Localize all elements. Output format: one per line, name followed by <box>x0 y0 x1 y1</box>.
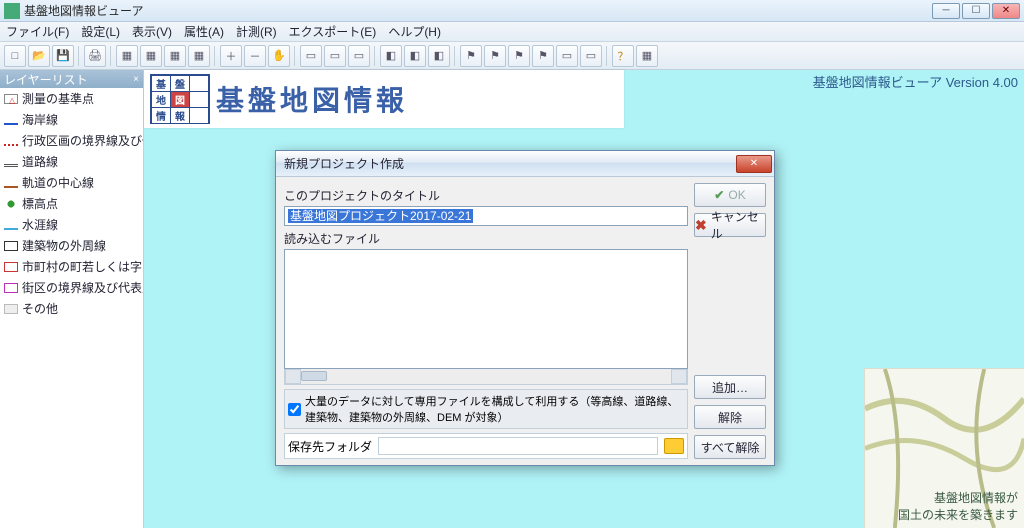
remove-button[interactable]: 解除 <box>694 405 766 429</box>
new-project-dialog: 新規プロジェクト作成 ✕ このプロジェクトのタイトル 基盤地図プロジェクト201… <box>275 150 775 466</box>
dialog-close-button[interactable]: ✕ <box>736 155 772 173</box>
menubar: ファイル(F) 設定(L) 表示(V) 属性(A) 計測(R) エクスポート(E… <box>0 22 1024 42</box>
flag-icon[interactable]: ⚑ <box>532 45 554 67</box>
project-title-input[interactable]: 基盤地図プロジェクト2017-02-21 <box>284 206 688 226</box>
browse-folder-icon[interactable] <box>664 438 684 454</box>
tool-icon[interactable]: ▦ <box>140 45 162 67</box>
open-icon[interactable]: 📂 <box>28 45 50 67</box>
sidebar-title: レイヤーリスト <box>4 71 88 88</box>
largefile-label: 大量のデータに対して専用ファイルを構成して利用する（等高線、道路線、建築物、建築… <box>305 393 684 425</box>
layer-item[interactable]: △測量の基準点 <box>0 88 143 109</box>
save-folder-input[interactable] <box>378 437 658 455</box>
largefile-checkbox[interactable] <box>288 403 301 416</box>
map-preview: 基盤地図情報が 国土の未来を築きます <box>864 368 1024 528</box>
menu-export[interactable]: エクスポート(E) <box>289 23 377 40</box>
flag-icon[interactable]: ⚑ <box>484 45 506 67</box>
new-icon[interactable]: □ <box>4 45 26 67</box>
window-titlebar: 基盤地図情報ビューア ─ ☐ ✕ <box>0 0 1024 22</box>
dialog-titlebar[interactable]: 新規プロジェクト作成 ✕ <box>276 151 774 177</box>
menu-file[interactable]: ファイル(F) <box>6 23 69 40</box>
horizontal-scrollbar[interactable] <box>284 369 688 385</box>
preview-line1: 基盤地図情報が <box>898 490 1018 507</box>
flag-icon[interactable]: ⚑ <box>460 45 482 67</box>
minimize-button[interactable]: ─ <box>932 3 960 19</box>
tool-icon[interactable]: ◧ <box>380 45 402 67</box>
maximize-button[interactable]: ☐ <box>962 3 990 19</box>
layer-item[interactable]: 軌道の中心線 <box>0 172 143 193</box>
tool-icon[interactable]: ▭ <box>580 45 602 67</box>
tool-icon[interactable]: ▦ <box>188 45 210 67</box>
tool-icon[interactable]: ▭ <box>348 45 370 67</box>
dialog-title: 新規プロジェクト作成 <box>284 155 736 172</box>
project-title-label: このプロジェクトのタイトル <box>284 187 688 204</box>
layer-item[interactable]: その他 <box>0 298 143 319</box>
layer-item[interactable]: 市町村の町若しくは字の境… <box>0 256 143 277</box>
pan-icon[interactable]: ✋ <box>268 45 290 67</box>
files-label: 読み込むファイル <box>284 230 688 247</box>
tool-icon[interactable]: ▭ <box>300 45 322 67</box>
flag-icon[interactable]: ⚑ <box>508 45 530 67</box>
toolbar: □ 📂 💾 🖨 ▦ ▦ ▦ ▦ ＋ － ✋ ▭ ▭ ▭ ◧ ◧ ◧ ⚑ ⚑ ⚑ … <box>0 42 1024 70</box>
save-folder-label: 保存先フォルダ <box>288 438 372 455</box>
layer-item[interactable]: 道路線 <box>0 151 143 172</box>
help-icon[interactable]: ？ <box>612 45 634 67</box>
tool-icon[interactable]: ▦ <box>116 45 138 67</box>
preview-line2: 国土の未来を築きます <box>898 507 1018 524</box>
layer-item[interactable]: 水涯線 <box>0 214 143 235</box>
sidebar-header: レイヤーリスト × <box>0 70 143 88</box>
app-icon <box>4 3 20 19</box>
tool-icon[interactable]: ▦ <box>636 45 658 67</box>
menu-measure[interactable]: 計測(R) <box>236 23 277 40</box>
files-listbox[interactable] <box>284 249 688 369</box>
ok-button[interactable]: ✔OK <box>694 183 766 207</box>
add-button[interactable]: 追加… <box>694 375 766 399</box>
sidebar-close-icon[interactable]: × <box>133 74 139 85</box>
layer-item[interactable]: 街区の境界線及び代表点 <box>0 277 143 298</box>
layer-sidebar: レイヤーリスト × △測量の基準点 海岸線 行政区画の境界線及び代表点 道路線 … <box>0 70 144 528</box>
menu-help[interactable]: ヘルプ(H) <box>388 23 441 40</box>
tool-icon[interactable]: ◧ <box>404 45 426 67</box>
layer-item[interactable]: 建築物の外周線 <box>0 235 143 256</box>
cancel-button[interactable]: ✖キャンセル <box>694 213 766 237</box>
app-banner: 基盤 地図 情報 基盤地図情報 <box>144 70 624 128</box>
banner-title: 基盤地図情報 <box>216 79 408 119</box>
layer-item[interactable]: 標高点 <box>0 193 143 214</box>
zoom-out-icon[interactable]: － <box>244 45 266 67</box>
close-button[interactable]: ✕ <box>992 3 1020 19</box>
version-text: 基盤地図情報ビューア Version 4.00 <box>813 72 1018 91</box>
tool-icon[interactable]: ◧ <box>428 45 450 67</box>
tool-icon[interactable]: ▭ <box>556 45 578 67</box>
banner-logo: 基盤 地図 情報 <box>150 74 210 124</box>
menu-view[interactable]: 表示(V) <box>132 23 172 40</box>
tool-icon[interactable]: ▦ <box>164 45 186 67</box>
layer-item[interactable]: 行政区画の境界線及び代表点 <box>0 130 143 151</box>
layer-item[interactable]: 海岸線 <box>0 109 143 130</box>
print-icon[interactable]: 🖨 <box>84 45 106 67</box>
menu-attr[interactable]: 属性(A) <box>184 23 224 40</box>
tool-icon[interactable]: ▭ <box>324 45 346 67</box>
menu-settings[interactable]: 設定(L) <box>81 23 120 40</box>
save-icon[interactable]: 💾 <box>52 45 74 67</box>
remove-all-button[interactable]: すべて解除 <box>694 435 766 459</box>
zoom-in-icon[interactable]: ＋ <box>220 45 242 67</box>
window-title: 基盤地図情報ビューア <box>24 2 932 19</box>
